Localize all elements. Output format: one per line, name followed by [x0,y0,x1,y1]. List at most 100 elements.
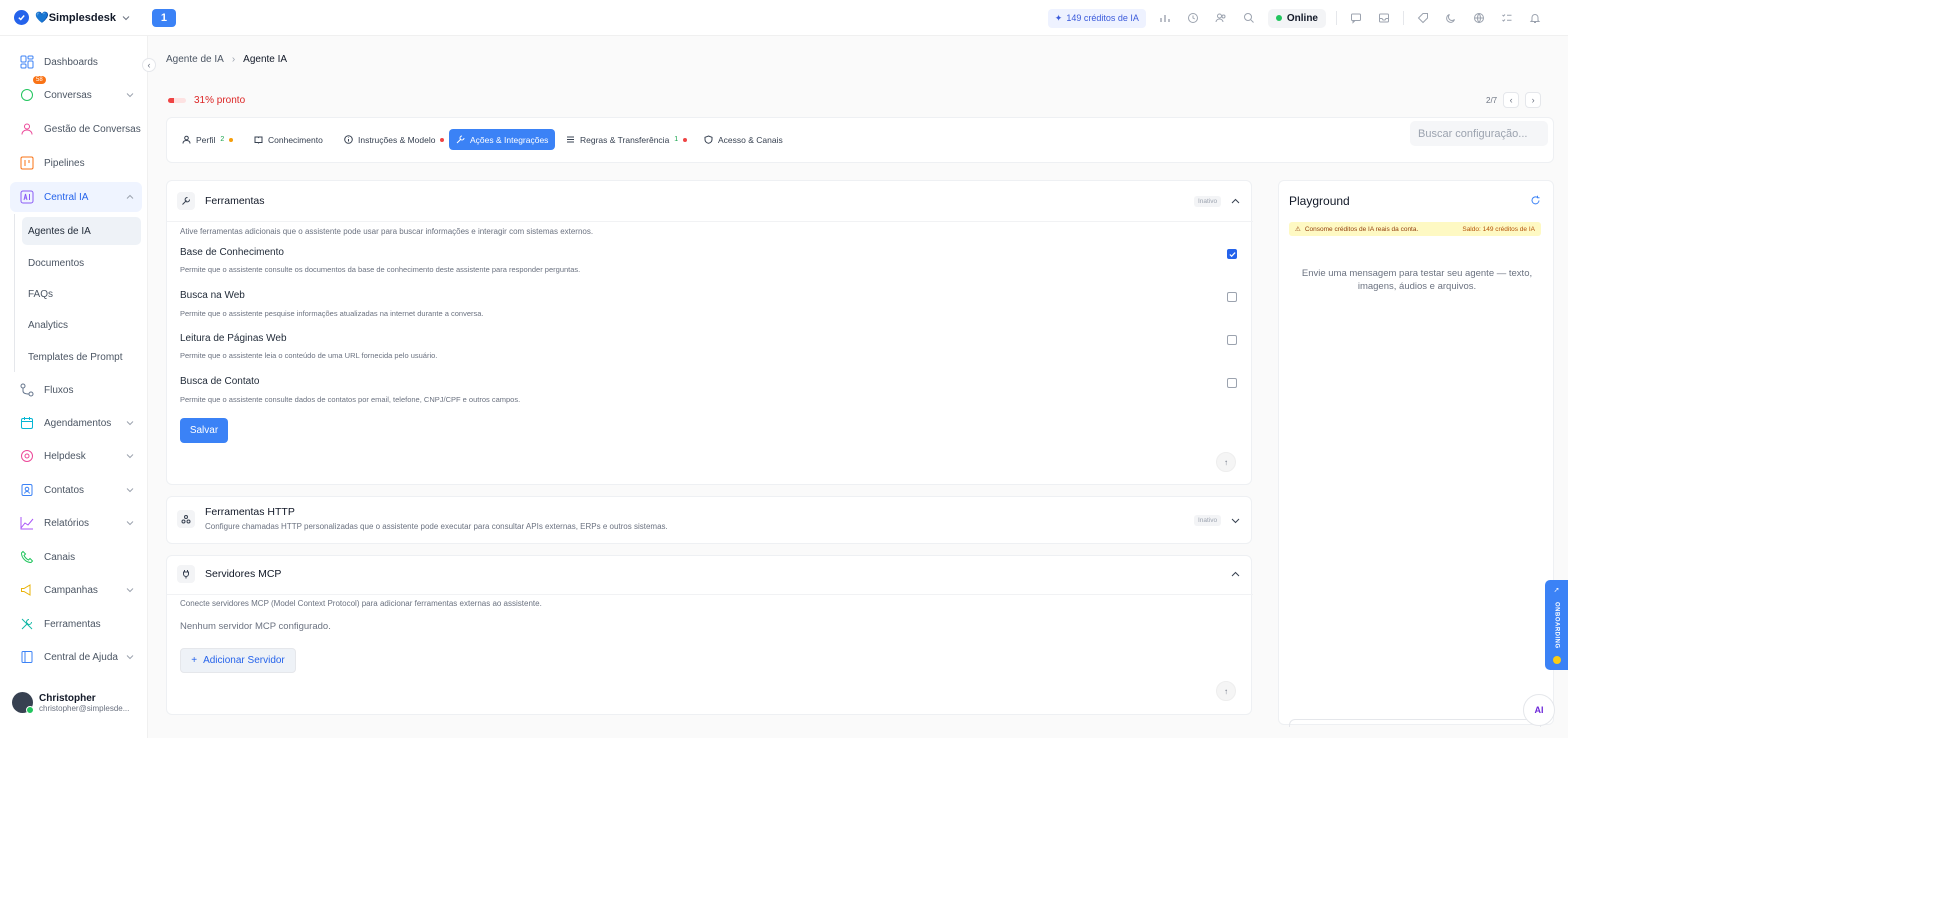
search-icon[interactable] [1240,9,1258,27]
sidebar-item-pipelines[interactable]: Pipelines [10,148,142,178]
mcp-card-header[interactable]: Servidores MCP [177,565,281,583]
plug-icon [177,565,195,583]
chevron-down-icon [126,588,134,593]
credits-chip[interactable]: ✦ 149 créditos de IA [1047,8,1146,28]
clock-icon[interactable] [1184,9,1202,27]
config-search-input[interactable] [1410,121,1548,146]
brand[interactable]: 💙Simplesdesk [14,10,130,25]
sidebar-item-label: Conversas [44,89,92,101]
tools-card: Ferramentas Inativo Ative ferramentas ad… [166,180,1253,485]
online-status[interactable]: Online [1267,8,1326,28]
tab-acoes[interactable]: Ações & Integrações [449,129,556,150]
notification-count-badge[interactable]: 1 [151,8,176,27]
tool-description: Permite que o assistente pesquise inform… [180,309,484,318]
sidebar-item-contatos[interactable]: Contatos [10,475,142,505]
add-server-button[interactable]: + Adicionar Servidor [180,648,296,673]
busca-web-checkbox[interactable] [1227,292,1237,302]
sidebar-item-label: Ferramentas [44,618,101,630]
sidebar-subitem-documentos[interactable]: Documentos [22,249,141,277]
sidebar-item-label: Central IA [44,191,89,203]
flow-icon [20,383,34,397]
bar-chart-icon[interactable] [1156,9,1174,27]
bell-icon[interactable] [1526,9,1544,27]
ai-icon [20,190,34,204]
chevron-down-icon[interactable] [1231,516,1240,525]
busca-contato-checkbox[interactable] [1227,378,1237,388]
save-button[interactable]: Salvar [180,418,228,443]
next-page-button[interactable]: › [1525,92,1542,108]
chevron-down-icon [126,421,134,426]
sidebar-item-label: Gestão de Conversas [44,123,141,135]
scroll-top-button[interactable]: ↑ [1216,681,1236,701]
chevron-up-icon[interactable] [1231,197,1240,206]
message-input-area[interactable] [1289,719,1541,727]
tool-description: Permite que o assistente leia o conteúdo… [180,351,438,360]
rules-icon [567,136,574,143]
scroll-top-button[interactable]: ↑ [1216,452,1236,472]
balance-text: Saldo: 149 créditos de IA [1462,225,1535,233]
megaphone-icon [21,584,31,596]
sidebar-item-helpdesk[interactable]: Helpdesk [10,441,142,471]
tools-card-title: Ferramentas [205,195,265,207]
credits-label: 149 créditos de IA [1066,13,1139,23]
sidebar-item-label: Agendamentos [44,417,112,429]
chevron-up-icon[interactable] [1231,570,1240,579]
tag-icon[interactable] [1414,9,1432,27]
sidebar-item-label: Relatórios [44,517,90,529]
tabs-bar: Perfil 2 Conhecimento Instruções & Model… [166,117,1554,163]
tools-card-header[interactable]: Ferramentas [177,192,265,210]
sidebar-item-campanhas[interactable]: Campanhas [10,575,142,605]
chevron-down-icon [126,521,134,526]
refresh-icon[interactable] [1530,195,1541,206]
tab-status-dot [683,137,688,142]
plus-icon: + [191,655,198,666]
status-badge: Inativo [1194,196,1222,207]
users-icon[interactable] [1212,9,1230,27]
shield-icon [704,135,713,144]
http-card-header[interactable]: Ferramentas HTTP Configure chamadas HTTP… [177,506,668,531]
tab-regras[interactable]: Regras & Transferência 1 [559,129,694,150]
sidebar-item-central-ia[interactable]: Central IA [10,182,142,212]
tab-conhecimento[interactable]: Conhecimento [247,129,330,150]
sidebar-item-fluxos[interactable]: Fluxos [10,375,142,405]
lifebuoy-icon [21,450,33,462]
sidebar-item-label: Fluxos [44,384,74,396]
collapse-sidebar-button[interactable]: ‹ [142,58,156,72]
tool-name: Busca na Web [180,290,245,301]
sidebar-subitem-faqs[interactable]: FAQs [22,280,141,308]
chevron-down-icon [126,488,134,493]
http-tools-card: Ferramentas HTTP Configure chamadas HTTP… [166,496,1252,544]
sidebar-subitem-agentes[interactable]: Agentes de IA [22,217,141,245]
status-dot-icon [1552,655,1561,664]
leitura-paginas-checkbox[interactable] [1227,335,1237,345]
sidebar-item-relatorios[interactable]: Relatórios [10,508,142,538]
pager: 2/7 ‹ › [1486,92,1542,108]
sidebar-item-gestao[interactable]: Gestão de Conversas [10,114,142,144]
tab-acesso[interactable]: Acesso & Canais [697,129,790,150]
tab-perfil[interactable]: Perfil 2 [175,129,240,150]
sidebar-item-agendamentos[interactable]: Agendamentos [10,408,142,438]
moon-icon[interactable] [1442,9,1460,27]
user-profile[interactable]: Christopher christopher@simplesde... [12,692,129,714]
sidebar-item-ferramentas[interactable]: Ferramentas [10,609,142,639]
sidebar-item-central-ajuda[interactable]: Central de Ajuda [10,642,142,672]
prev-page-button[interactable]: ‹ [1503,92,1520,108]
tab-status-dot [440,137,445,142]
globe-icon[interactable] [1470,9,1488,27]
sidebar-subitem-analytics[interactable]: Analytics [22,311,141,339]
breadcrumb-parent[interactable]: Agente de IA [166,54,224,65]
sidebar-item-dashboards[interactable]: Dashboards [10,47,142,77]
ai-assistant-fab[interactable]: AI [1523,694,1555,726]
sidebar-item-conversas[interactable]: 58 Conversas [10,76,142,110]
tab-label: Conhecimento [268,134,323,145]
checklist-icon[interactable] [1498,9,1516,27]
onboarding-side-tab[interactable]: ➚ ONBOARDING [1545,580,1568,670]
sidebar-subitem-templates[interactable]: Templates de Prompt [22,343,141,371]
base-conhecimento-checkbox[interactable] [1227,249,1237,259]
chat-icon[interactable] [1347,9,1365,27]
playground-empty-state: Envie uma mensagem para testar seu agent… [1301,268,1533,292]
sidebar-item-canais[interactable]: Canais [10,542,142,572]
tab-instrucoes[interactable]: Instruções & Modelo [337,129,451,150]
mcp-card-description: Conecte servidores MCP (Model Context Pr… [180,599,542,608]
inbox-icon[interactable] [1375,9,1393,27]
